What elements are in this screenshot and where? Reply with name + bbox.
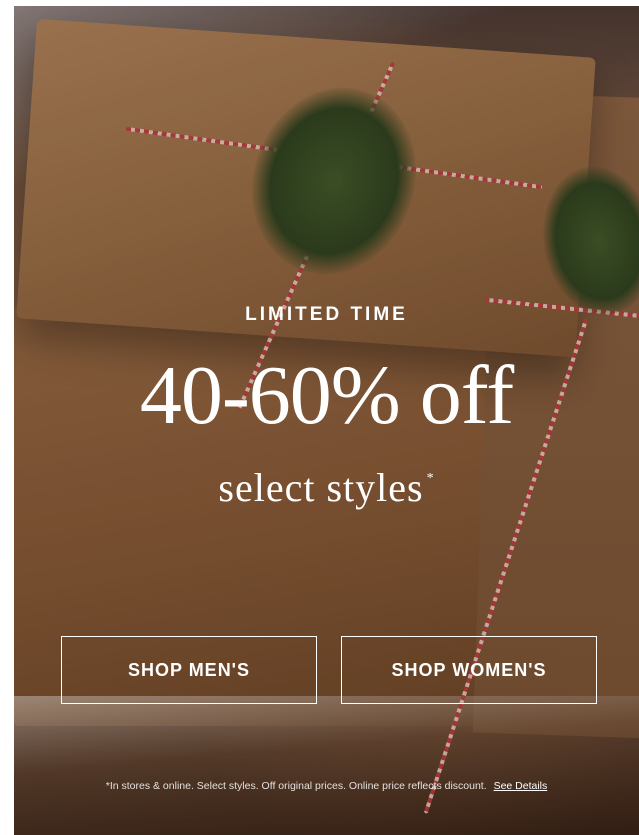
shop-womens-label: SHOP WOMEN'S xyxy=(391,659,547,680)
headline: 40-60% off xyxy=(139,349,514,442)
eyebrow-text: LIMITED TIME xyxy=(245,304,408,325)
promo-content: LIMITED TIME 40-60% off select styles * S… xyxy=(14,6,639,835)
see-details-link[interactable]: See Details xyxy=(494,780,548,792)
disclaimer-text: *In stores & online. Select styles. Off … xyxy=(105,780,487,792)
promo-banner[interactable]: LIMITED TIME 40-60% off select styles * S… xyxy=(14,6,639,835)
shop-womens-button[interactable]: SHOP WOMEN'S xyxy=(341,636,597,704)
subhead-text: select styles xyxy=(218,465,424,510)
shop-mens-button[interactable]: SHOP MEN'S xyxy=(61,636,317,704)
disclaimer: *In stores & online. Select styles. Off … xyxy=(14,780,639,792)
shop-mens-label: SHOP MEN'S xyxy=(128,659,250,680)
asterisk-mark: * xyxy=(426,471,435,486)
subhead: select styles * xyxy=(14,468,639,508)
